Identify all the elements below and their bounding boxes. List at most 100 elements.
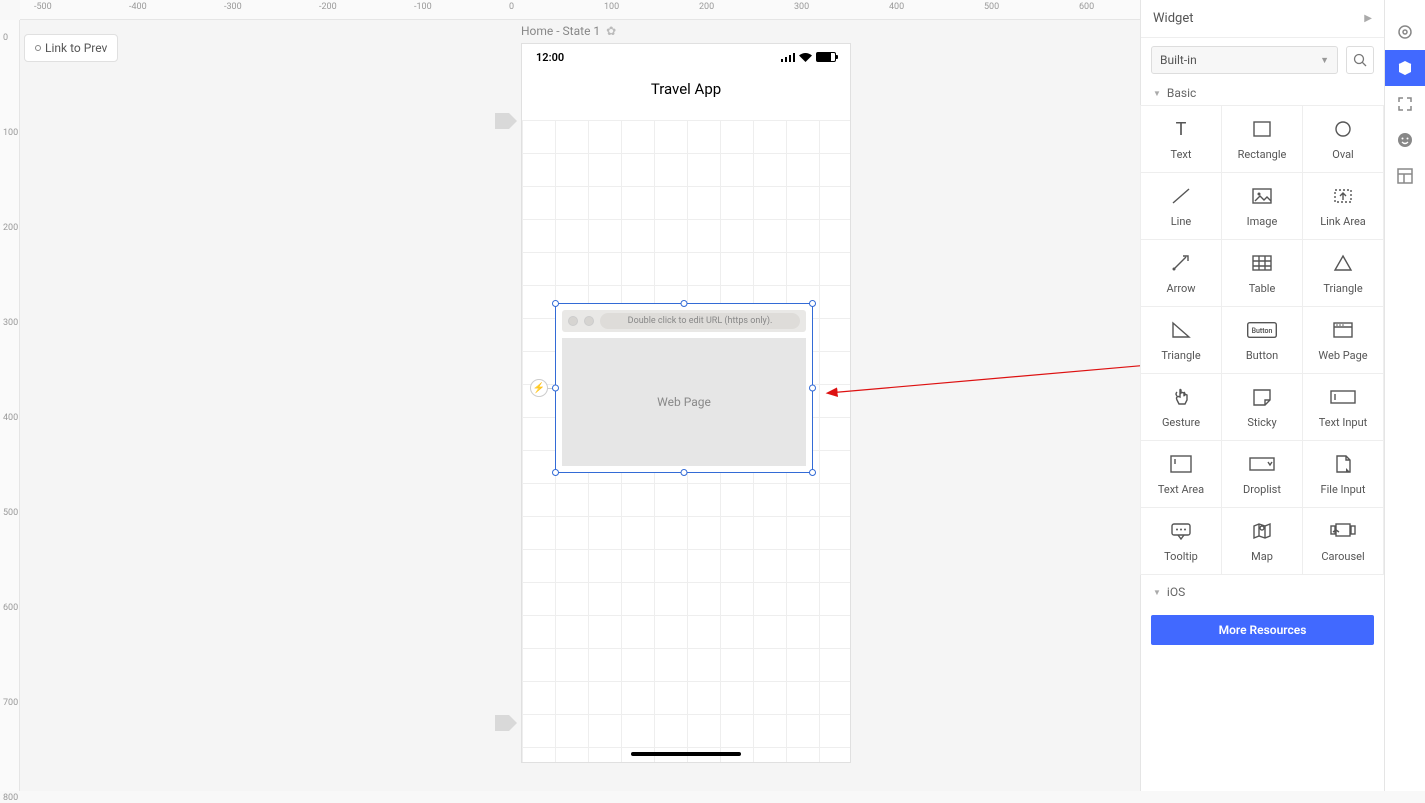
widget-gesture[interactable]: Gesture bbox=[1140, 373, 1222, 441]
rail-smiley-button[interactable] bbox=[1385, 122, 1425, 158]
fullscreen-icon bbox=[1396, 95, 1414, 113]
widget-label: Button bbox=[1246, 349, 1278, 362]
artboard-label-text: Home - State 1 bbox=[521, 24, 600, 38]
widget-droplist[interactable]: Droplist bbox=[1221, 440, 1303, 508]
widget-label: Table bbox=[1249, 282, 1276, 295]
chevron-down-icon: ▼ bbox=[1320, 55, 1329, 66]
gear-icon[interactable]: ✿ bbox=[606, 24, 616, 38]
flow-arrow-bottom-icon[interactable] bbox=[495, 715, 517, 731]
sticky-icon bbox=[1251, 386, 1273, 408]
ruler-tick: 200 bbox=[3, 223, 17, 233]
rail-cube-button[interactable] bbox=[1385, 50, 1425, 86]
resize-handle[interactable] bbox=[681, 469, 688, 476]
widget-tooltip[interactable]: Tooltip bbox=[1140, 507, 1222, 575]
widget-line[interactable]: Line bbox=[1140, 172, 1222, 240]
flow-arrow-top-icon[interactable] bbox=[495, 113, 517, 129]
ruler-horizontal[interactable]: -900-800-700-600-500-400-300-200-1000100… bbox=[20, 0, 1140, 20]
section-ios[interactable]: ▼ iOS bbox=[1141, 581, 1384, 605]
resize-handle[interactable] bbox=[552, 300, 559, 307]
ruler-tick: 600 bbox=[3, 603, 17, 613]
resize-handle[interactable] bbox=[809, 469, 816, 476]
widget-label: Web Page bbox=[1318, 349, 1367, 362]
widget-label: Tooltip bbox=[1164, 550, 1198, 563]
file-input-icon bbox=[1332, 453, 1354, 475]
section-basic[interactable]: ▼ Basic bbox=[1141, 82, 1384, 106]
search-button[interactable] bbox=[1346, 46, 1374, 74]
target-icon bbox=[1396, 23, 1414, 41]
widget-rectangle[interactable]: Rectangle bbox=[1221, 105, 1303, 173]
widget-triangle[interactable]: Triangle bbox=[1302, 239, 1384, 307]
resize-handle[interactable] bbox=[552, 469, 559, 476]
widget-triangle2[interactable]: Triangle bbox=[1140, 306, 1222, 374]
widget-label: File Input bbox=[1321, 483, 1366, 496]
ruler-tick: 100 bbox=[604, 2, 619, 12]
link-to-prev-button[interactable]: Link to Prev bbox=[24, 34, 118, 62]
ruler-tick: 300 bbox=[3, 318, 17, 328]
triangle2-icon bbox=[1170, 319, 1192, 341]
webpage-widget-instance[interactable]: Double click to edit URL (https only). W… bbox=[555, 303, 813, 473]
ruler-tick: 700 bbox=[3, 698, 17, 708]
canvas[interactable]: Link to Prev Home - State 1 ✿ 12:00 Trav… bbox=[20, 20, 1140, 791]
widget-label: Text Area bbox=[1158, 483, 1204, 496]
triangle-icon bbox=[1332, 252, 1354, 274]
section-ios-label: iOS bbox=[1167, 585, 1185, 599]
rail-layout-button[interactable] bbox=[1385, 158, 1425, 194]
resize-handle[interactable] bbox=[681, 300, 688, 307]
ruler-tick: 200 bbox=[699, 2, 714, 12]
rail-fullscreen-button[interactable] bbox=[1385, 86, 1425, 122]
chevron-right-icon[interactable]: ▶ bbox=[1364, 13, 1372, 24]
ruler-tick: -500 bbox=[34, 2, 52, 12]
widget-button[interactable]: ButtonButton bbox=[1221, 306, 1303, 374]
ruler-tick: 400 bbox=[3, 413, 17, 423]
chevron-down-icon: ▼ bbox=[1153, 588, 1161, 597]
widget-link-area[interactable]: Link Area bbox=[1302, 172, 1384, 240]
line-icon bbox=[1170, 185, 1192, 207]
widget-image[interactable]: Image bbox=[1221, 172, 1303, 240]
map-icon bbox=[1251, 520, 1273, 542]
text-icon: T bbox=[1170, 118, 1192, 140]
widget-label: Line bbox=[1171, 215, 1192, 228]
resize-handle[interactable] bbox=[552, 385, 559, 392]
webpage-url-placeholder[interactable]: Double click to edit URL (https only). bbox=[600, 313, 800, 329]
widget-label: Arrow bbox=[1166, 282, 1195, 295]
svg-text:T: T bbox=[1176, 119, 1187, 139]
webpage-browserbar: Double click to edit URL (https only). bbox=[562, 310, 806, 332]
more-resources-button[interactable]: More Resources bbox=[1151, 615, 1374, 645]
widget-label: Rectangle bbox=[1238, 148, 1287, 161]
widget-panel: Widget ▶ Built-in ▼ ▼ Basic TTextRectang… bbox=[1140, 0, 1384, 791]
widget-text-input[interactable]: Text Input bbox=[1302, 373, 1384, 441]
ruler-tick: 800 bbox=[3, 793, 17, 803]
widget-label: Gesture bbox=[1162, 416, 1200, 429]
ruler-tick: 500 bbox=[984, 2, 999, 12]
widget-label: Droplist bbox=[1243, 483, 1281, 496]
widget-oval[interactable]: Oval bbox=[1302, 105, 1384, 173]
rectangle-icon bbox=[1251, 118, 1273, 140]
widget-text[interactable]: TText bbox=[1140, 105, 1222, 173]
widget-label: Carousel bbox=[1321, 550, 1364, 563]
home-indicator bbox=[631, 752, 741, 756]
widget-sticky[interactable]: Sticky bbox=[1221, 373, 1303, 441]
widget-file-input[interactable]: File Input bbox=[1302, 440, 1384, 508]
widget-map[interactable]: Map bbox=[1221, 507, 1303, 575]
widget-carousel[interactable]: Carousel bbox=[1302, 507, 1384, 575]
statusbar: 12:00 bbox=[522, 44, 850, 70]
interaction-icon[interactable]: ⚡ bbox=[530, 379, 548, 397]
text-input-icon bbox=[1330, 386, 1356, 408]
widget-library-dropdown[interactable]: Built-in ▼ bbox=[1151, 46, 1338, 74]
image-icon bbox=[1251, 185, 1273, 207]
resize-handle[interactable] bbox=[809, 385, 816, 392]
droplist-icon bbox=[1249, 453, 1275, 475]
widget-label: Oval bbox=[1332, 148, 1353, 161]
ruler-vertical[interactable]: 0100200300400500600700800 bbox=[0, 20, 20, 791]
arrow-icon bbox=[1170, 252, 1192, 274]
artboard-label[interactable]: Home - State 1 ✿ bbox=[521, 24, 616, 38]
widget-web-page[interactable]: Web Page bbox=[1302, 306, 1384, 374]
search-icon bbox=[1353, 53, 1367, 67]
widget-table[interactable]: Table bbox=[1221, 239, 1303, 307]
carousel-icon bbox=[1330, 520, 1356, 542]
widget-arrow[interactable]: Arrow bbox=[1140, 239, 1222, 307]
resize-handle[interactable] bbox=[809, 300, 816, 307]
link-area-icon bbox=[1332, 185, 1354, 207]
rail-target-button[interactable] bbox=[1385, 14, 1425, 50]
widget-text-area[interactable]: Text Area bbox=[1140, 440, 1222, 508]
